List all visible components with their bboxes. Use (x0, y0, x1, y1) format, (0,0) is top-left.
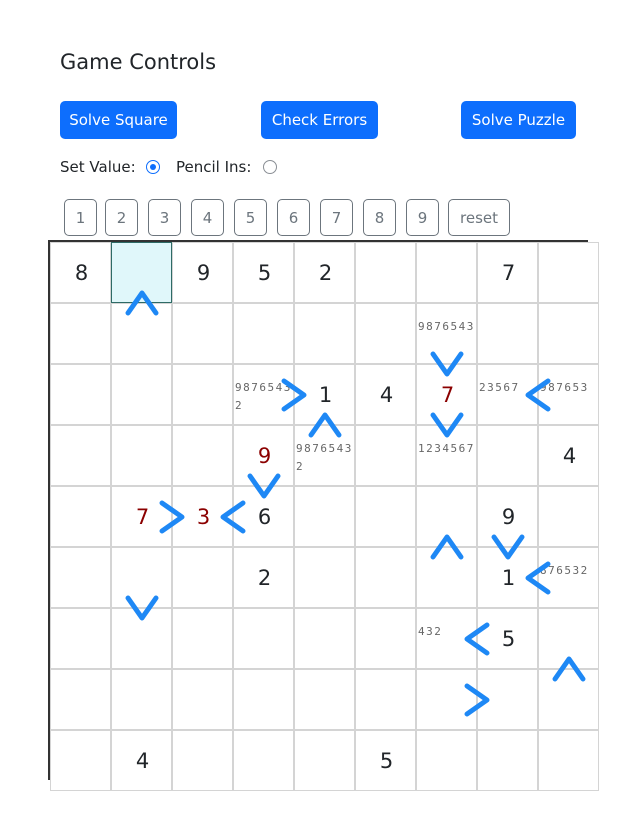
inequality-right-icon (464, 683, 490, 716)
grid-cell-r1c9[interactable] (538, 242, 599, 303)
cell-value: 4 (135, 749, 150, 773)
grid-cell-r4c6[interactable] (355, 425, 416, 486)
grid-cell-r3c1[interactable] (50, 364, 111, 425)
grid-cell-r3c3[interactable] (172, 364, 233, 425)
grid-cell-r2c8[interactable] (477, 303, 538, 364)
inequality-down-icon (430, 412, 463, 438)
inequality-left-icon (464, 622, 490, 655)
grid-cell-r8c4[interactable] (233, 669, 294, 730)
grid-cell-r9c5[interactable] (294, 730, 355, 791)
grid-cell-r9c3[interactable] (172, 730, 233, 791)
grid-cell-r7c1[interactable] (50, 608, 111, 669)
inequality-up-icon (308, 412, 341, 438)
cell-value: 8 (74, 261, 89, 285)
grid-cell-r5c9[interactable] (538, 486, 599, 547)
grid-cell-r9c6[interactable]: 5 (355, 730, 416, 791)
pencil-marks: 9876543 (418, 320, 475, 333)
grid-cell-r8c6[interactable] (355, 669, 416, 730)
cell-value: 4 (562, 444, 577, 468)
grid-cell-r2c5[interactable] (294, 303, 355, 364)
inequality-up-icon (430, 534, 463, 560)
grid-cell-r8c1[interactable] (50, 669, 111, 730)
puzzle-board: 8 9 5 2 7 9876543 98765432 1 4 7 23567 987653 9 98765… (0, 0, 631, 813)
grid-cell-r6c5[interactable] (294, 547, 355, 608)
grid-cell-r2c9[interactable] (538, 303, 599, 364)
board-top-edge (48, 240, 588, 242)
cell-value: 7 (501, 261, 516, 285)
cell-value: 2 (318, 261, 333, 285)
grid-cell-r2c6[interactable] (355, 303, 416, 364)
inequality-down-icon (125, 595, 158, 621)
grid-cell-r9c8[interactable] (477, 730, 538, 791)
grid-cell-r6c4[interactable]: 2 (233, 547, 294, 608)
inequality-up-icon (125, 290, 158, 316)
grid-cell-r4c1[interactable] (50, 425, 111, 486)
cell-value: 9 (196, 261, 211, 285)
grid-cell-r4c9[interactable]: 4 (538, 425, 599, 486)
grid-cell-r7c6[interactable] (355, 608, 416, 669)
cell-value: 4 (379, 383, 394, 407)
grid-cell-r4c8[interactable] (477, 425, 538, 486)
grid-cell-r9c4[interactable] (233, 730, 294, 791)
grid-cell-r5c6[interactable] (355, 486, 416, 547)
inequality-left-icon (220, 500, 246, 533)
grid-cell-r9c7[interactable] (416, 730, 477, 791)
grid-cell-r9c1[interactable] (50, 730, 111, 791)
grid-cell-r1c3[interactable]: 9 (172, 242, 233, 303)
grid-cell-r9c2[interactable]: 4 (111, 730, 172, 791)
inequality-left-icon (525, 378, 551, 411)
grid-cell-r2c1[interactable] (50, 303, 111, 364)
grid-cell-r2c3[interactable] (172, 303, 233, 364)
grid-cell-r8c3[interactable] (172, 669, 233, 730)
pencil-marks: 98765432 (296, 442, 353, 473)
grid-cell-r6c3[interactable] (172, 547, 233, 608)
inequality-left-icon (525, 561, 551, 594)
inequality-up-icon (552, 656, 585, 682)
grid-cell-r5c5[interactable] (294, 486, 355, 547)
grid-cell-r1c8[interactable]: 7 (477, 242, 538, 303)
grid-cell-r3c6[interactable]: 4 (355, 364, 416, 425)
grid-cell-r1c1[interactable]: 8 (50, 242, 111, 303)
inequality-down-icon (430, 351, 463, 377)
grid-cell-r9c9[interactable] (538, 730, 599, 791)
grid-cell-r4c3[interactable] (172, 425, 233, 486)
board-left-edge (48, 241, 50, 780)
grid-cell-r1c7[interactable] (416, 242, 477, 303)
grid-cell-r8c2[interactable] (111, 669, 172, 730)
grid-cell-r7c5[interactable] (294, 608, 355, 669)
grid-cell-r4c2[interactable] (111, 425, 172, 486)
grid-cell-r3c2[interactable] (111, 364, 172, 425)
grid-cell-r1c6[interactable] (355, 242, 416, 303)
inequality-right-icon (159, 500, 185, 533)
cell-value: 2 (257, 566, 272, 590)
grid-cell-r7c4[interactable] (233, 608, 294, 669)
grid-cell-r6c1[interactable] (50, 547, 111, 608)
grid-cell-r7c3[interactable] (172, 608, 233, 669)
grid-cell-r5c1[interactable] (50, 486, 111, 547)
cell-value: 5 (257, 261, 272, 285)
grid-cell-r2c4[interactable] (233, 303, 294, 364)
grid-cell-r6c6[interactable] (355, 547, 416, 608)
grid-cell-r8c5[interactable] (294, 669, 355, 730)
grid-cell-r1c4[interactable]: 5 (233, 242, 294, 303)
cell-value: 5 (379, 749, 394, 773)
grid-cell-r1c5[interactable]: 2 (294, 242, 355, 303)
